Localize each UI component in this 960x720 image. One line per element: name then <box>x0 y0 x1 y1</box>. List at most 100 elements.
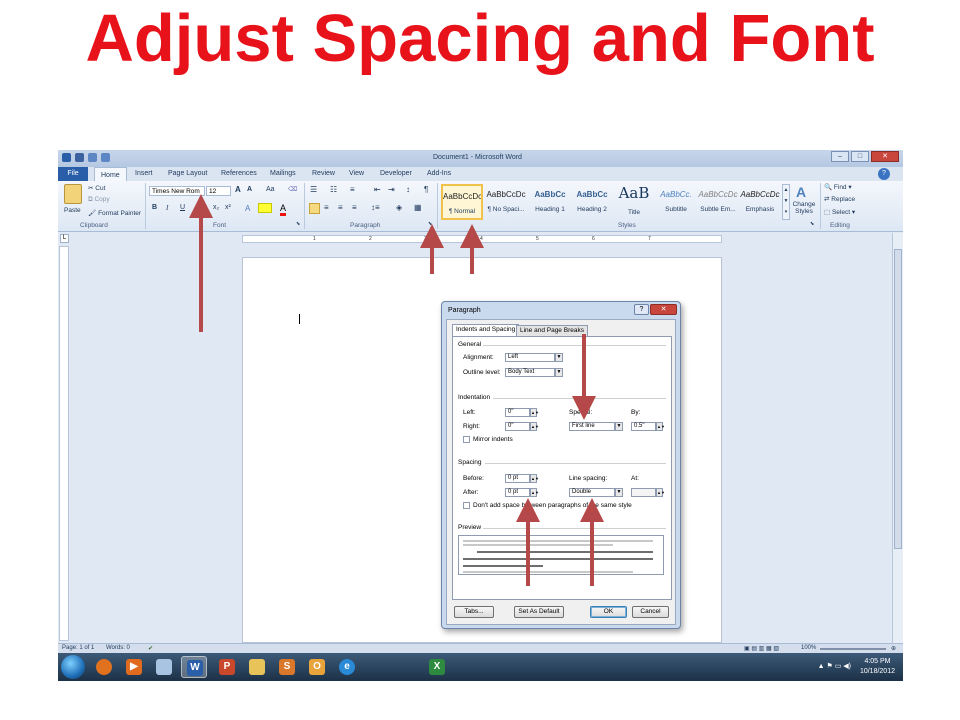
spinner-icon[interactable]: ▲▼ <box>656 422 665 431</box>
select-button[interactable]: ⬚ Select ▾ <box>824 208 855 216</box>
shading-icon[interactable]: ◈ <box>396 203 402 212</box>
style-heading-1[interactable]: AaBbCc Heading 1 <box>529 184 571 220</box>
start-button[interactable] <box>61 655 85 679</box>
alignment-select[interactable]: Left <box>505 353 555 362</box>
cut-button[interactable]: ✂ Cut <box>88 184 105 192</box>
proofing-icon[interactable]: ✔ <box>148 645 153 652</box>
bullets-icon[interactable]: ☰ <box>310 185 317 194</box>
superscript-button[interactable]: x² <box>225 204 231 211</box>
taskbar-explorer[interactable] <box>244 656 270 678</box>
vertical-scrollbar[interactable] <box>892 233 903 643</box>
by-input[interactable]: 0.5" <box>631 422 656 431</box>
numbering-icon[interactable]: ☷ <box>330 185 337 194</box>
style-normal[interactable]: AaBbCcDc ¶ Normal <box>441 184 483 220</box>
tabs-button[interactable]: Tabs... <box>454 606 494 618</box>
special-select[interactable]: First line <box>569 422 615 431</box>
change-styles-button[interactable]: Change Styles <box>791 201 817 215</box>
save-icon[interactable] <box>75 153 84 162</box>
tab-review[interactable]: Review <box>312 170 335 177</box>
tab-add-ins[interactable]: Add-Ins <box>427 170 451 177</box>
format-painter-button[interactable]: 🖌 Format Painter <box>88 209 141 217</box>
spinner-icon[interactable]: ▲▼ <box>530 408 539 417</box>
zoom-level[interactable]: 100% <box>801 645 816 651</box>
tab-file[interactable]: File <box>58 167 88 181</box>
spinner-icon[interactable]: ▲▼ <box>530 422 539 431</box>
font-color-icon[interactable]: A <box>280 203 287 216</box>
dialog-close-button[interactable]: ✕ <box>650 304 677 315</box>
chevron-down-icon[interactable]: ▼ <box>555 368 563 377</box>
replace-button[interactable]: ⇄ Replace <box>824 195 855 203</box>
undo-icon[interactable] <box>88 153 97 162</box>
cancel-button[interactable]: Cancel <box>632 606 669 618</box>
word-count[interactable]: Words: 0 <box>106 645 130 651</box>
taskbar-excel[interactable]: X <box>424 656 450 678</box>
minimize-button[interactable]: – <box>831 151 849 162</box>
taskbar-ie[interactable]: e <box>334 656 360 678</box>
increase-indent-icon[interactable]: ⇥ <box>388 185 395 194</box>
mirror-indents-checkbox[interactable] <box>463 436 470 443</box>
bold-button[interactable]: B <box>152 204 157 211</box>
dialog-help-button[interactable]: ? <box>634 304 649 315</box>
styles-dialog-launcher-icon[interactable]: ⬊ <box>810 221 814 227</box>
highlight-icon[interactable] <box>258 203 272 213</box>
spinner-icon[interactable]: ▲▼ <box>530 488 539 497</box>
tab-page-layout[interactable]: Page Layout <box>168 170 207 177</box>
tab-insert[interactable]: Insert <box>135 170 153 177</box>
copy-button[interactable]: ⧉ Copy <box>88 196 110 204</box>
subscript-button[interactable]: x₂ <box>213 204 219 211</box>
scrollbar-thumb[interactable] <box>894 249 902 549</box>
paragraph-dialog-launcher-icon[interactable]: ⬊ <box>428 221 432 227</box>
taskbar-firefox[interactable] <box>91 656 117 678</box>
redo-icon[interactable] <box>101 153 110 162</box>
spinner-icon[interactable]: ▲▼ <box>530 474 539 483</box>
zoom-in-icon[interactable]: ⊕ <box>891 645 896 652</box>
ruler-strip[interactable]: 1 2 3 4 5 6 7 <box>242 235 722 243</box>
set-as-default-button[interactable]: Set As Default <box>514 606 564 618</box>
style-subtitle[interactable]: AaBbCc. Subtitle <box>655 184 697 220</box>
align-center-icon[interactable]: ≡ <box>324 203 329 212</box>
chevron-down-icon[interactable]: ▼ <box>555 353 563 362</box>
font-size-dropdown[interactable]: 12 <box>206 186 231 196</box>
taskbar-notepad[interactable] <box>151 656 177 678</box>
dont-add-space-checkbox[interactable] <box>463 502 470 509</box>
tab-references[interactable]: References <box>221 170 257 177</box>
change-case-button[interactable]: Aa <box>266 186 275 193</box>
spinner-icon[interactable]: ▲▼ <box>656 488 665 497</box>
find-button[interactable]: 🔍 Find ▾ <box>824 183 852 191</box>
spacing-after-input[interactable]: 0 pt <box>505 488 530 497</box>
zoom-slider[interactable] <box>820 648 886 650</box>
ok-button[interactable]: OK <box>590 606 627 618</box>
paste-icon[interactable] <box>64 184 82 204</box>
align-right-icon[interactable]: ≡ <box>338 203 343 212</box>
close-button[interactable]: ✕ <box>871 151 899 162</box>
line-spacing-icon[interactable]: ↕≡ <box>371 203 380 212</box>
system-tray-icons[interactable]: ▲ ⚑ ▭ ◀) <box>818 662 851 670</box>
text-effects-icon[interactable]: A <box>245 204 250 213</box>
page-count[interactable]: Page: 1 of 1 <box>62 645 94 651</box>
chevron-down-icon[interactable]: ▼ <box>615 488 623 497</box>
style-no-spacing[interactable]: AaBbCcDc ¶ No Spaci... <box>485 184 527 220</box>
styles-scroll-icon[interactable]: ▲ ▼ ▾ <box>782 184 790 220</box>
taskbar-powerpoint[interactable]: P <box>214 656 240 678</box>
tab-mailings[interactable]: Mailings <box>270 170 296 177</box>
multilevel-list-icon[interactable]: ≡ <box>350 185 355 194</box>
chevron-down-icon[interactable]: ▼ <box>615 422 623 431</box>
grow-font-button[interactable]: A <box>235 185 241 194</box>
taskbar-media-player[interactable]: ▶ <box>121 656 147 678</box>
sort-icon[interactable]: ↕ <box>406 185 410 194</box>
style-heading-2[interactable]: AaBbCc Heading 2 <box>571 184 613 220</box>
clear-formatting-icon[interactable]: ⌫ <box>288 185 297 193</box>
align-left-icon[interactable] <box>309 203 320 214</box>
taskbar-outlook[interactable]: O <box>304 656 330 678</box>
style-subtle-emphasis[interactable]: AaBbCcDc Subtle Em... <box>697 184 739 220</box>
style-title[interactable]: AaB Title <box>613 184 655 220</box>
underline-button[interactable]: U <box>180 204 185 211</box>
font-name-dropdown[interactable]: Times New Rom <box>149 186 205 196</box>
style-emphasis[interactable]: AaBbCcDc Emphasis <box>739 184 781 220</box>
spacing-before-input[interactable]: 0 pt <box>505 474 530 483</box>
outline-level-select[interactable]: Body Text <box>505 368 555 377</box>
right-indent-input[interactable]: 0" <box>505 422 530 431</box>
change-styles-icon[interactable]: A <box>796 184 806 200</box>
tab-line-and-page-breaks[interactable]: Line and Page Breaks <box>516 325 588 336</box>
at-input[interactable] <box>631 488 656 497</box>
